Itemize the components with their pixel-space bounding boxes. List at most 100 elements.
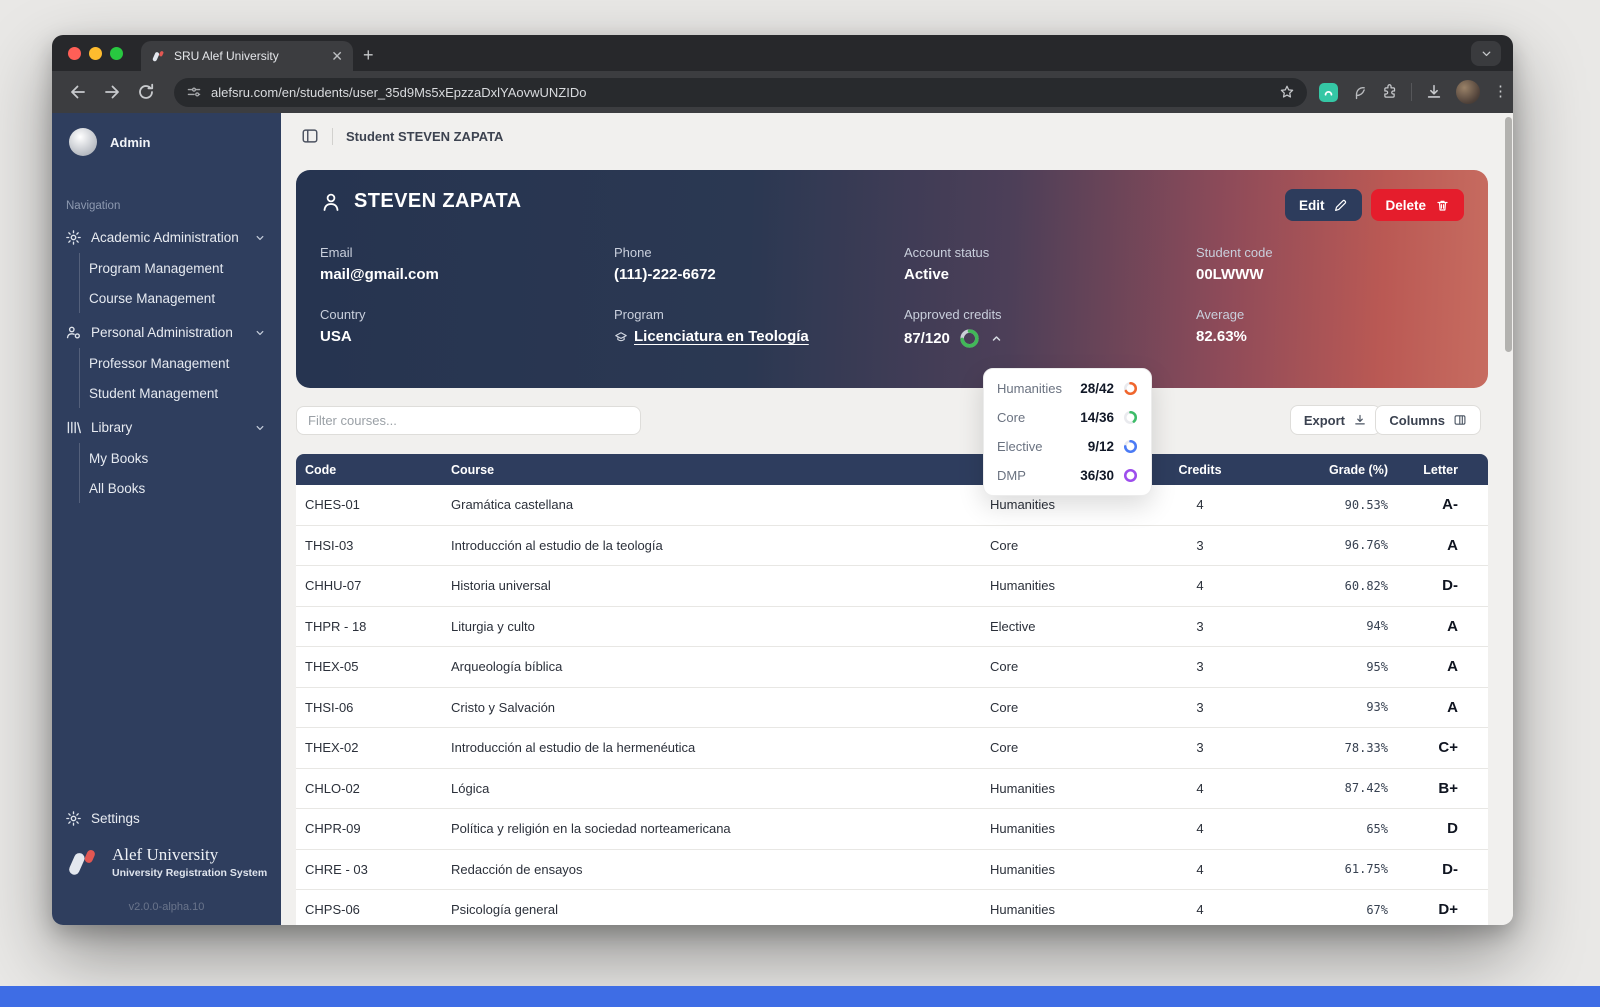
brand-block: Alef University University Registration … (66, 845, 267, 879)
brand-subtitle: University Registration System (112, 867, 267, 879)
gear-icon (65, 229, 82, 246)
student-card: STEVEN ZAPATA Edit Delete (296, 170, 1488, 388)
browser-menu-icon[interactable]: ⋮ (1493, 90, 1499, 94)
admin-user[interactable]: Admin (52, 113, 281, 156)
chevron-up-icon[interactable] (989, 331, 1004, 346)
credits-breakdown-popover: Humanities 28/42 Core 14/36 Elective 9/1… (983, 368, 1152, 496)
sidebar-item-all-books[interactable]: All Books (80, 473, 281, 503)
field-approved-credits: Approved credits 87/120 (904, 307, 1196, 349)
favicon (151, 49, 166, 64)
bookmark-star-icon[interactable] (1279, 84, 1295, 100)
field-student-code: Student code 00LWWW (1196, 245, 1464, 283)
field-phone: Phone (111)-222-6672 (614, 245, 904, 283)
browser-profile-avatar[interactable] (1456, 80, 1480, 104)
new-tab-button[interactable]: + (363, 45, 374, 66)
breadcrumb-divider (332, 128, 333, 145)
sidebar-toggle-icon[interactable] (301, 127, 319, 145)
library-icon (65, 419, 82, 436)
page-scrollbar[interactable] (1504, 115, 1512, 923)
filter-courses-input[interactable] (296, 406, 641, 435)
chevron-down-icon (253, 231, 267, 245)
table-row[interactable]: CHRE - 03 Redacción de ensayos Humanitie… (296, 850, 1488, 891)
columns-button[interactable]: Columns (1375, 405, 1481, 435)
extensions-puzzle-icon[interactable] (1381, 84, 1398, 101)
user-gear-icon (65, 324, 82, 341)
popover-row-humanities: Humanities 28/42 (984, 374, 1151, 403)
browser-toolbar: alefsru.com/en/students/user_35d9Ms5xEpz… (52, 71, 1513, 113)
field-program: Program Licenciatura en Teología (614, 307, 904, 349)
feather-extension-icon[interactable] (1351, 84, 1368, 101)
url-text: alefsru.com/en/students/user_35d9Ms5xEpz… (211, 85, 1270, 100)
browser-window: SRU Alef University ✕ + alefsru.com/en/s… (52, 35, 1513, 925)
desktop-taskbar (0, 986, 1600, 1007)
student-name: STEVEN ZAPATA (354, 190, 521, 213)
close-window-button[interactable] (68, 47, 81, 60)
sidebar-item-personal-administration[interactable]: Personal Administration (52, 317, 281, 348)
program-link[interactable]: Licenciatura en Teología (614, 328, 809, 345)
table-row[interactable]: CHES-01 Gramática castellana Humanities … (296, 485, 1488, 526)
table-row[interactable]: THSI-03 Introducción al estudio de la te… (296, 526, 1488, 567)
sidebar-item-my-books[interactable]: My Books (80, 443, 281, 473)
elective-donut (1123, 439, 1138, 454)
admin-avatar (69, 128, 97, 156)
person-icon (320, 191, 342, 213)
downloads-icon[interactable] (1425, 83, 1443, 101)
sidebar-item-course-management[interactable]: Course Management (80, 283, 281, 313)
sidebar: Admin Navigation Academic Administration… (52, 113, 281, 925)
brand-name: Alef University (112, 845, 267, 865)
table-header: Code Course Credits Grade (%) Letter (296, 454, 1488, 485)
download-icon (1353, 413, 1367, 427)
gear-icon (65, 810, 82, 827)
sidebar-item-library[interactable]: Library (52, 412, 281, 443)
forward-icon[interactable] (102, 82, 122, 102)
alef-logo-icon (66, 845, 100, 879)
teal-extension-icon[interactable] (1319, 83, 1338, 102)
credits-donut (959, 328, 980, 349)
core-donut (1123, 410, 1138, 425)
nav-section-label: Navigation (66, 200, 281, 212)
table-row[interactable]: CHLO-02 Lógica Humanities 4 87.42% B+ (296, 769, 1488, 810)
pencil-icon (1333, 198, 1348, 213)
popover-row-core: Core 14/36 (984, 403, 1151, 432)
tab-close-icon[interactable]: ✕ (331, 49, 343, 63)
page-topbar: Student STEVEN ZAPATA (281, 113, 503, 159)
field-average: Average 82.63% (1196, 307, 1464, 349)
browser-tab[interactable]: SRU Alef University ✕ (141, 41, 353, 71)
chevron-down-icon (253, 326, 267, 340)
popover-row-elective: Elective 9/12 (984, 432, 1151, 461)
scrollbar-thumb[interactable] (1505, 117, 1512, 352)
sidebar-item-program-management[interactable]: Program Management (80, 253, 281, 283)
window-controls (52, 35, 141, 71)
maximize-window-button[interactable] (110, 47, 123, 60)
minimize-window-button[interactable] (89, 47, 102, 60)
courses-table: Code Course Credits Grade (%) Letter CHE… (296, 454, 1488, 925)
site-info-icon[interactable] (186, 84, 202, 100)
delete-button[interactable]: Delete (1371, 189, 1464, 221)
url-bar[interactable]: alefsru.com/en/students/user_35d9Ms5xEpz… (174, 78, 1307, 107)
back-icon[interactable] (68, 82, 88, 102)
tab-strip: SRU Alef University ✕ + (52, 35, 1513, 71)
table-row[interactable]: THPR - 18 Liturgia y culto Elective 3 94… (296, 607, 1488, 648)
reload-icon[interactable] (136, 82, 156, 102)
table-body: CHES-01 Gramática castellana Humanities … (296, 485, 1488, 925)
sidebar-item-academic-administration[interactable]: Academic Administration (52, 222, 281, 253)
sidebar-item-professor-management[interactable]: Professor Management (80, 348, 281, 378)
export-button[interactable]: Export (1290, 405, 1381, 435)
table-row[interactable]: CHPR-09 Política y religión en la socied… (296, 809, 1488, 850)
table-row[interactable]: CHHU-07 Historia universal Humanities 4 … (296, 566, 1488, 607)
sidebar-item-student-management[interactable]: Student Management (80, 378, 281, 408)
table-row[interactable]: THSI-06 Cristo y Salvación Core 3 93% A (296, 688, 1488, 729)
field-account-status: Account status Active (904, 245, 1196, 283)
table-row[interactable]: CHPS-06 Psicología general Humanities 4 … (296, 890, 1488, 925)
table-row[interactable]: THEX-05 Arqueología bíblica Core 3 95% A (296, 647, 1488, 688)
desktop: SRU Alef University ✕ + alefsru.com/en/s… (0, 0, 1600, 1007)
field-country: Country USA (320, 307, 614, 349)
edit-button[interactable]: Edit (1285, 189, 1363, 221)
table-row[interactable]: THEX-02 Introducción al estudio de la he… (296, 728, 1488, 769)
tab-title: SRU Alef University (174, 49, 323, 63)
tab-search-button[interactable] (1471, 41, 1501, 66)
popover-row-dmp: DMP 36/30 (984, 461, 1151, 490)
graduation-cap-icon (614, 330, 628, 344)
trash-icon (1435, 198, 1450, 213)
sidebar-item-settings[interactable]: Settings (52, 804, 281, 833)
